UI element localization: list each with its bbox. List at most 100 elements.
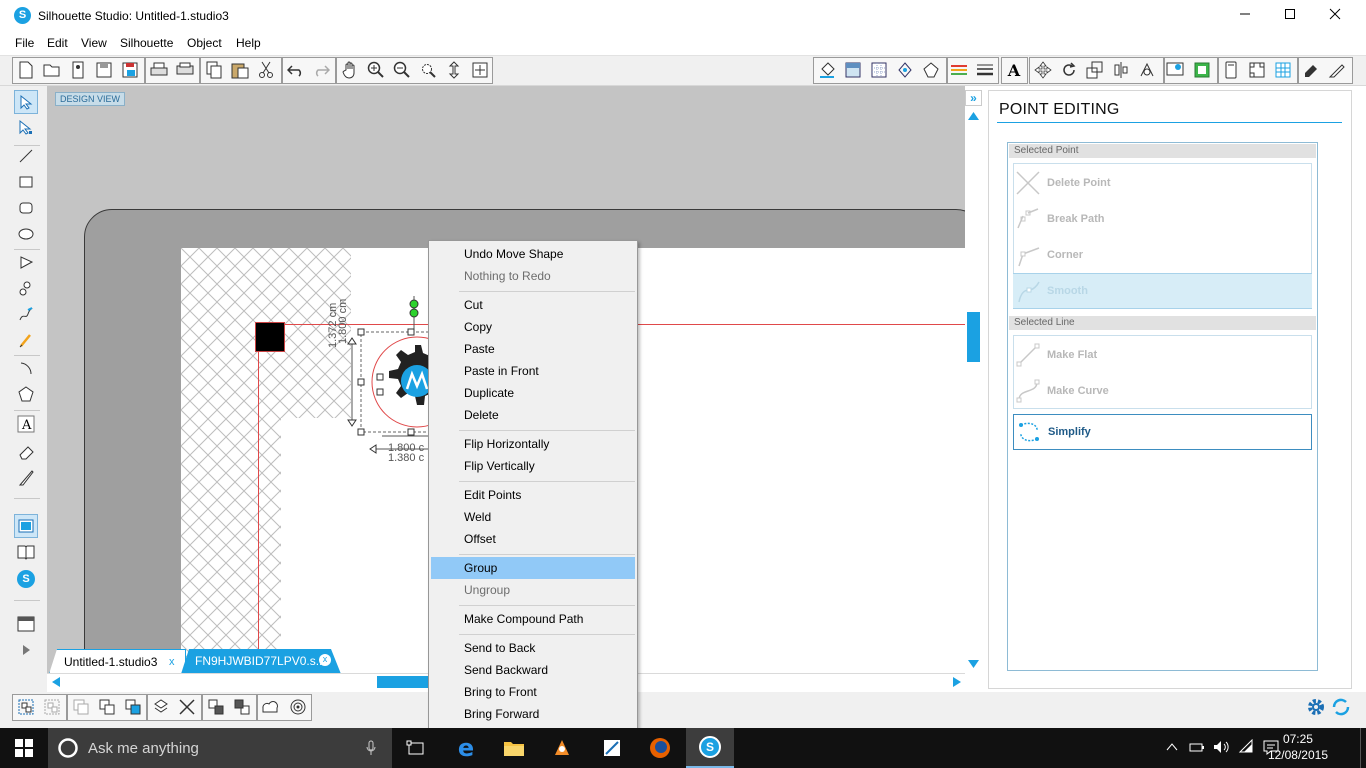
menu-item-flip-horizontally[interactable]: Flip Horizontally bbox=[431, 433, 635, 455]
arc-tool-icon[interactable] bbox=[14, 356, 38, 380]
scroll-left-icon[interactable] bbox=[50, 676, 62, 688]
menu-item-bring-to-front[interactable]: Bring to Front bbox=[431, 681, 635, 703]
silhouette-studio-taskbar-icon[interactable]: S bbox=[686, 728, 734, 768]
align-icon[interactable] bbox=[1110, 59, 1132, 81]
menu-item-make-compound-path[interactable]: Make Compound Path bbox=[431, 608, 635, 630]
fill-pattern-icon[interactable] bbox=[868, 59, 890, 81]
weld-icon[interactable] bbox=[122, 696, 144, 718]
menu-item-cut[interactable]: Cut bbox=[431, 294, 635, 316]
smooth-freehand-tool-icon[interactable] bbox=[14, 328, 38, 352]
duplicate-icon[interactable] bbox=[150, 696, 172, 718]
cut-settings-icon[interactable] bbox=[1220, 59, 1242, 81]
line-style-icon[interactable] bbox=[948, 59, 970, 81]
show-desktop-button[interactable] bbox=[1360, 728, 1366, 768]
cut-icon[interactable] bbox=[255, 59, 277, 81]
smooth-button[interactable]: Smooth bbox=[1013, 273, 1312, 309]
menu-edit[interactable]: Edit bbox=[44, 34, 71, 52]
text-style-icon[interactable]: A bbox=[1003, 59, 1025, 81]
send-to-back-icon[interactable] bbox=[231, 696, 253, 718]
replicate-icon[interactable] bbox=[1136, 59, 1158, 81]
line-tool-icon[interactable] bbox=[14, 144, 38, 168]
rounded-rectangle-tool-icon[interactable] bbox=[14, 196, 38, 220]
polygon-tool-icon[interactable] bbox=[14, 250, 38, 274]
freehand-tool-icon[interactable] bbox=[14, 302, 38, 326]
sync-icon[interactable] bbox=[1330, 696, 1352, 718]
rectangle-tool-icon[interactable] bbox=[14, 170, 38, 194]
menu-item-delete[interactable]: Delete bbox=[431, 404, 635, 426]
sketchbook-icon[interactable] bbox=[588, 728, 636, 768]
offset-icon[interactable] bbox=[287, 696, 309, 718]
corner-button[interactable]: Corner bbox=[1013, 237, 1312, 273]
scale-icon[interactable] bbox=[1084, 59, 1106, 81]
zoom-out-icon[interactable] bbox=[391, 59, 413, 81]
registration-marks-icon[interactable] bbox=[1246, 59, 1268, 81]
print-icon[interactable] bbox=[148, 59, 170, 81]
open-folder-icon[interactable] bbox=[41, 59, 63, 81]
fit-to-window-icon[interactable] bbox=[469, 59, 491, 81]
vertical-scrollbar[interactable]: » bbox=[965, 86, 982, 674]
delete-icon[interactable] bbox=[176, 696, 198, 718]
tab-close-icon[interactable]: x bbox=[319, 654, 331, 666]
design-view-icon[interactable] bbox=[14, 514, 38, 538]
regular-polygon-tool-icon[interactable] bbox=[14, 382, 38, 406]
start-button[interactable] bbox=[0, 728, 48, 768]
scroll-down-icon[interactable] bbox=[967, 658, 980, 670]
wifi-icon[interactable] bbox=[1238, 738, 1256, 758]
menu-item-offset[interactable]: Offset bbox=[431, 528, 635, 550]
fill-gradient-icon[interactable] bbox=[842, 59, 864, 81]
menu-item-flip-vertically[interactable]: Flip Vertically bbox=[431, 455, 635, 477]
tab-close-icon[interactable]: x bbox=[169, 650, 175, 674]
library-icon[interactable] bbox=[67, 59, 89, 81]
menu-item-paste-in-front[interactable]: Paste in Front bbox=[431, 360, 635, 382]
edit-points-tool-icon[interactable] bbox=[14, 116, 38, 140]
knife-tool-icon[interactable] bbox=[1326, 59, 1348, 81]
edge-browser-icon[interactable]: e bbox=[442, 728, 490, 768]
zoom-in-icon[interactable] bbox=[365, 59, 387, 81]
copy-icon[interactable] bbox=[203, 59, 225, 81]
network-icon[interactable] bbox=[1188, 739, 1206, 758]
knife-icon[interactable] bbox=[14, 466, 38, 490]
scroll-right-icon[interactable] bbox=[951, 676, 963, 688]
trace-icon[interactable] bbox=[1165, 59, 1187, 81]
maximize-button[interactable] bbox=[1267, 0, 1313, 31]
curve-tool-icon[interactable] bbox=[14, 276, 38, 300]
menu-item-send-to-back[interactable]: Send to Back bbox=[431, 637, 635, 659]
menu-item-edit-points[interactable]: Edit Points bbox=[431, 484, 635, 506]
break-path-button[interactable]: Break Path bbox=[1013, 201, 1312, 237]
delete-point-button[interactable]: Delete Point bbox=[1013, 165, 1312, 201]
save-icon[interactable] bbox=[93, 59, 115, 81]
expand-panel-icon[interactable] bbox=[14, 638, 38, 662]
menu-help[interactable]: Help bbox=[233, 34, 264, 52]
scroll-up-icon[interactable] bbox=[967, 110, 980, 122]
volume-icon[interactable] bbox=[1212, 739, 1230, 758]
paint-app-icon[interactable] bbox=[538, 728, 586, 768]
simplify-button[interactable]: Simplify bbox=[1013, 414, 1312, 450]
zoom-drag-icon[interactable] bbox=[443, 59, 465, 81]
select-tool-icon[interactable] bbox=[14, 90, 38, 114]
new-document-icon[interactable] bbox=[15, 59, 37, 81]
page-setup-icon[interactable] bbox=[1191, 59, 1213, 81]
menu-item-group[interactable]: Group bbox=[431, 557, 635, 579]
cortana-search-box[interactable]: Ask me anything bbox=[48, 728, 392, 768]
make-flat-button[interactable]: Make Flat bbox=[1013, 337, 1312, 373]
ellipse-tool-icon[interactable] bbox=[14, 222, 38, 246]
vertical-scroll-thumb[interactable] bbox=[967, 312, 980, 362]
tab-fn9hjwbid77lpv0[interactable]: FN9HJWBID77LPV0.s... x bbox=[181, 649, 341, 674]
paste-icon[interactable] bbox=[229, 59, 251, 81]
menu-item-undo-move-shape[interactable]: Undo Move Shape bbox=[431, 243, 635, 265]
text-tool-icon[interactable]: A bbox=[14, 412, 38, 436]
silhouette-store-icon[interactable]: S bbox=[14, 567, 38, 591]
eraser-tool-icon[interactable] bbox=[1300, 59, 1322, 81]
send-view-icon[interactable] bbox=[14, 612, 38, 636]
line-color-icon[interactable] bbox=[894, 59, 916, 81]
task-view-icon[interactable] bbox=[392, 728, 440, 768]
line-weight-icon[interactable] bbox=[974, 59, 996, 81]
pan-hand-icon[interactable] bbox=[339, 59, 361, 81]
menu-object[interactable]: Object bbox=[184, 34, 225, 52]
system-clock[interactable]: 07:25 12/08/2015 bbox=[1268, 731, 1328, 763]
undo-icon[interactable] bbox=[285, 59, 307, 81]
make-curve-button[interactable]: Make Curve bbox=[1013, 373, 1312, 409]
file-explorer-icon[interactable] bbox=[490, 728, 538, 768]
menu-item-paste[interactable]: Paste bbox=[431, 338, 635, 360]
eraser-icon[interactable] bbox=[14, 440, 38, 464]
